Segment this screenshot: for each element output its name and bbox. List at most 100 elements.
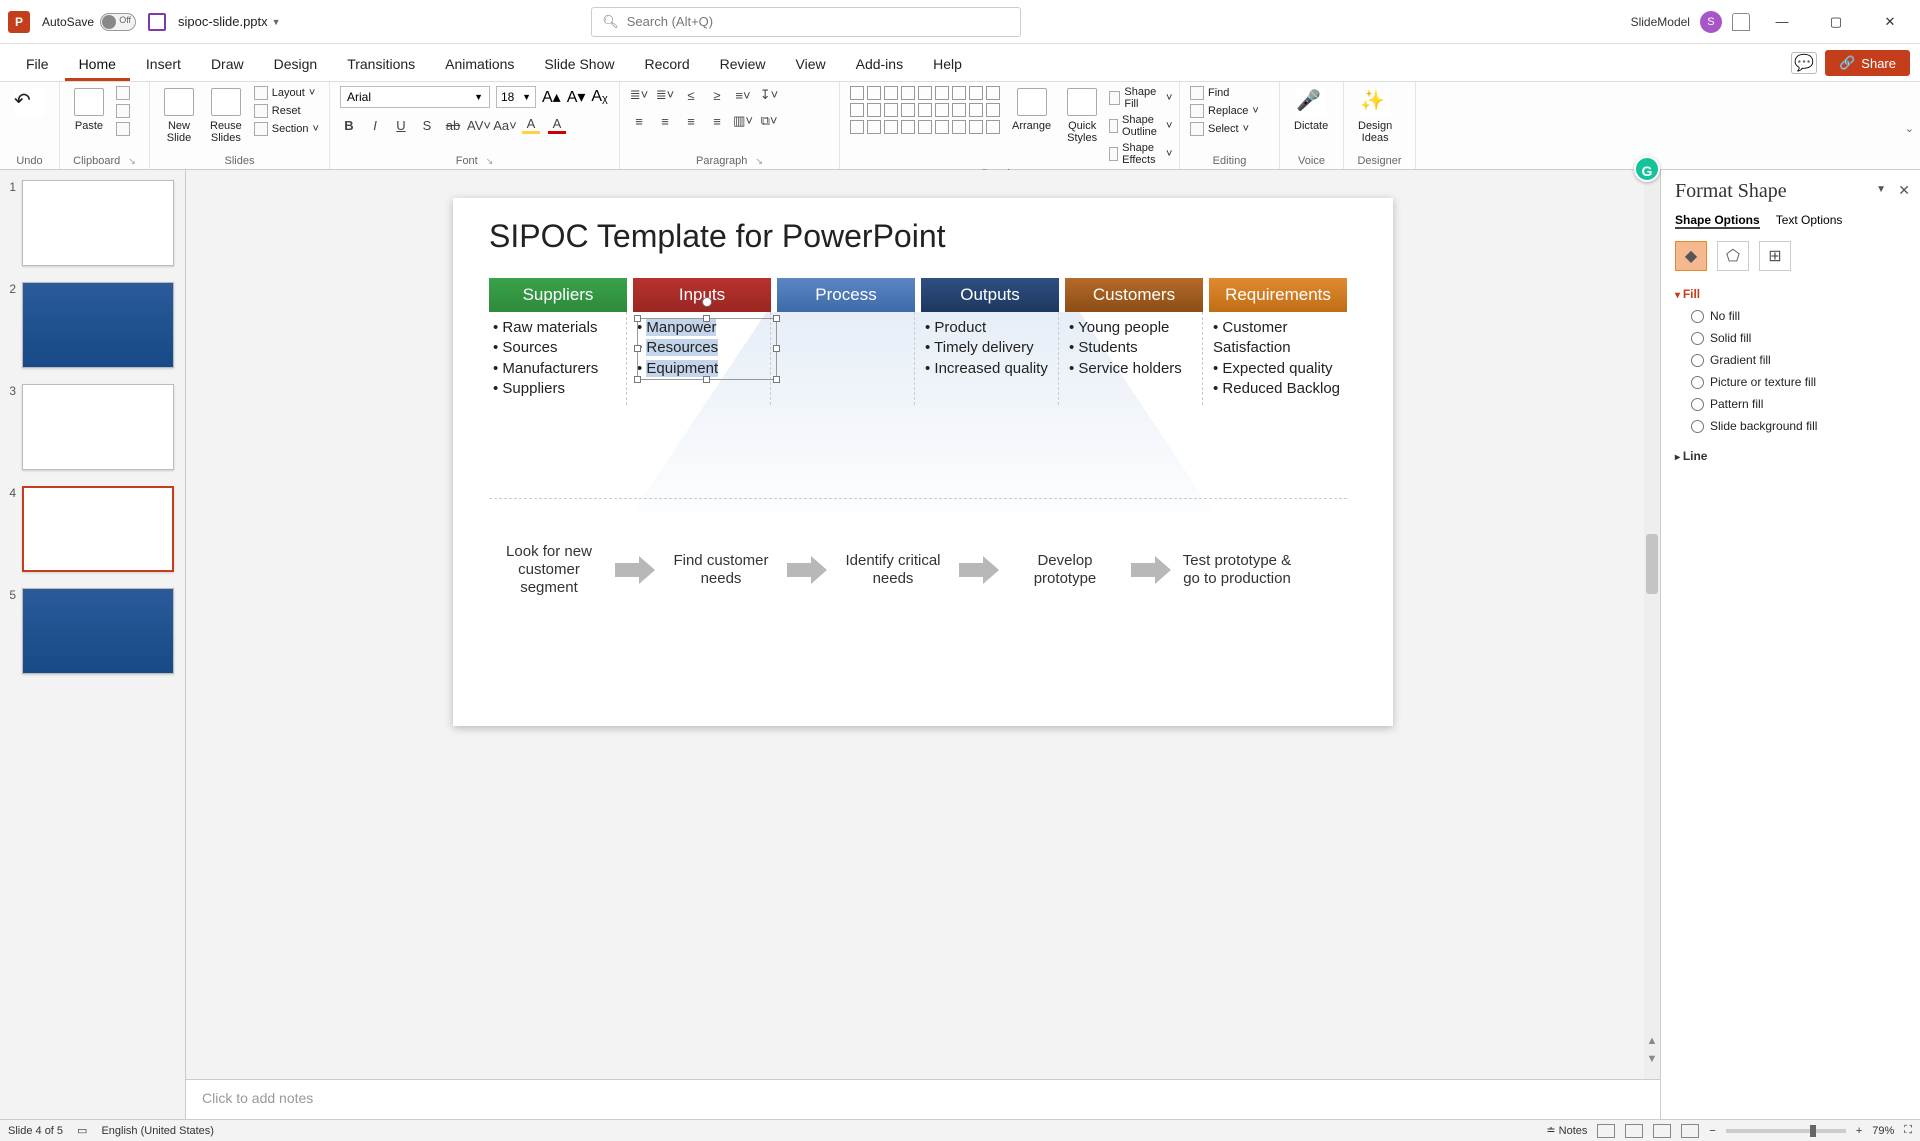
paste-button[interactable]: Paste: [70, 86, 108, 134]
tab-view[interactable]: View: [782, 50, 840, 81]
normal-view-button[interactable]: [1597, 1124, 1615, 1138]
arrow-icon[interactable]: [615, 556, 655, 584]
resize-handle[interactable]: [703, 315, 710, 322]
slide-canvas[interactable]: SIPOC Template for PowerPoint Suppliers …: [453, 198, 1393, 726]
replace-button[interactable]: Replace ˅: [1190, 104, 1259, 118]
search-input[interactable]: 🔍︎ Search (Alt+Q): [591, 7, 1021, 37]
share-button[interactable]: 🔗Share: [1825, 50, 1910, 76]
grammarly-badge[interactable]: G: [1634, 156, 1660, 182]
arrange-button[interactable]: Arrange: [1008, 86, 1055, 134]
align-left-button[interactable]: ≡: [630, 112, 648, 130]
col-requirements[interactable]: Customer SatisfactionExpected qualityRed…: [1209, 312, 1347, 405]
opt-solid-fill[interactable]: Solid fill: [1691, 331, 1906, 345]
tab-design[interactable]: Design: [260, 50, 332, 81]
avatar[interactable]: S: [1700, 11, 1722, 33]
tab-help[interactable]: Help: [919, 50, 976, 81]
section-line[interactable]: Line: [1675, 449, 1906, 463]
dictate-button[interactable]: 🎤Dictate: [1290, 86, 1332, 134]
account-name[interactable]: SlideModel: [1631, 15, 1690, 29]
resize-handle[interactable]: [773, 345, 780, 352]
fill-line-tab[interactable]: ◆: [1675, 241, 1707, 271]
smartart-button[interactable]: ⧉˅: [760, 112, 778, 130]
fit-to-window-button[interactable]: ⛶: [1904, 1124, 1912, 1137]
resize-handle[interactable]: [634, 376, 641, 383]
copy-button[interactable]: [116, 104, 130, 118]
notes-toggle[interactable]: ≐ Notes: [1546, 1124, 1587, 1137]
select-button[interactable]: Select ˅: [1190, 122, 1259, 136]
shape-effects-button[interactable]: Shape Effects ˅: [1109, 142, 1172, 166]
layout-button[interactable]: Layout ˅: [254, 86, 319, 100]
minimize-button[interactable]: —: [1760, 0, 1804, 44]
prev-slide-button[interactable]: ▲: [1647, 1035, 1658, 1047]
col-process[interactable]: [777, 312, 915, 405]
zoom-slider[interactable]: [1726, 1129, 1846, 1133]
shapes-gallery[interactable]: [850, 86, 1000, 134]
slideshow-view-button[interactable]: [1681, 1124, 1699, 1138]
filename-dropdown[interactable]: sipoc-slide.pptx▼: [178, 14, 281, 29]
pane-close-button[interactable]: ✕: [1898, 182, 1910, 199]
reading-view-button[interactable]: [1653, 1124, 1671, 1138]
header-process[interactable]: Process: [777, 278, 915, 312]
opt-no-fill[interactable]: No fill: [1691, 309, 1906, 323]
sorter-view-button[interactable]: [1625, 1124, 1643, 1138]
align-center-button[interactable]: ≡: [656, 112, 674, 130]
fontcolor-button[interactable]: A: [548, 116, 566, 134]
selection-box[interactable]: [637, 318, 777, 380]
textdir-button[interactable]: ↧˅: [760, 86, 778, 104]
strike-button[interactable]: ab: [444, 116, 462, 134]
flow-step-1[interactable]: Look for new customer segment: [489, 543, 609, 597]
section-button[interactable]: Section ˅: [254, 122, 319, 136]
font-launcher[interactable]: ↘: [486, 156, 494, 166]
section-fill[interactable]: Fill: [1675, 287, 1906, 301]
opt-slidebg-fill[interactable]: Slide background fill: [1691, 419, 1906, 433]
arrow-icon[interactable]: [787, 556, 827, 584]
close-button[interactable]: ✕: [1868, 0, 1912, 44]
header-outputs[interactable]: Outputs: [921, 278, 1059, 312]
bold-button[interactable]: B: [340, 116, 358, 134]
comments-button[interactable]: 💬: [1791, 52, 1817, 74]
flow-step-5[interactable]: Test prototype & go to production: [1177, 552, 1297, 588]
resize-handle[interactable]: [703, 376, 710, 383]
tab-shape-options[interactable]: Shape Options: [1675, 213, 1760, 229]
slide-thumb-5[interactable]: [22, 588, 174, 674]
zoom-value[interactable]: 79%: [1872, 1125, 1894, 1137]
font-family-select[interactable]: Arial▼: [340, 86, 490, 108]
cut-button[interactable]: [116, 86, 130, 100]
rotate-handle[interactable]: [702, 297, 712, 307]
tab-file[interactable]: File: [12, 50, 63, 81]
opt-gradient-fill[interactable]: Gradient fill: [1691, 353, 1906, 367]
slide-thumb-1[interactable]: [22, 180, 174, 266]
reset-button[interactable]: Reset: [254, 104, 319, 118]
outdent-button[interactable]: ≤: [682, 86, 700, 104]
resize-handle[interactable]: [773, 315, 780, 322]
highlight-button[interactable]: A: [522, 116, 540, 134]
paragraph-launcher[interactable]: ↘: [755, 156, 763, 166]
tab-text-options[interactable]: Text Options: [1776, 213, 1843, 229]
align-right-button[interactable]: ≡: [682, 112, 700, 130]
header-suppliers[interactable]: Suppliers: [489, 278, 627, 312]
notes-pane[interactable]: Click to add notes: [186, 1079, 1660, 1119]
tab-home[interactable]: Home: [65, 50, 130, 81]
shape-outline-button[interactable]: Shape Outline ˅: [1109, 114, 1172, 138]
effects-tab[interactable]: ⬠: [1717, 241, 1749, 271]
shadow-button[interactable]: S: [418, 116, 436, 134]
changecase-button[interactable]: Aa˅: [496, 116, 514, 134]
status-lang[interactable]: English (United States): [101, 1125, 214, 1137]
resize-handle[interactable]: [634, 315, 641, 322]
shape-fill-button[interactable]: Shape Fill ˅: [1109, 86, 1172, 110]
col-suppliers[interactable]: Raw materialsSourcesManufacturersSupplie…: [489, 312, 627, 405]
slide-title[interactable]: SIPOC Template for PowerPoint: [489, 218, 946, 255]
tab-addins[interactable]: Add-ins: [842, 50, 917, 81]
align-justify-button[interactable]: ≡: [708, 112, 726, 130]
zoom-out-button[interactable]: −: [1709, 1125, 1715, 1137]
bullets-button[interactable]: ≣˅: [630, 86, 648, 104]
columns-button[interactable]: ▥˅: [734, 112, 752, 130]
tab-animations[interactable]: Animations: [431, 50, 528, 81]
find-button[interactable]: Find: [1190, 86, 1259, 100]
tab-transitions[interactable]: Transitions: [333, 50, 429, 81]
zoom-in-button[interactable]: +: [1856, 1125, 1862, 1137]
pane-options-button[interactable]: ▼: [1876, 184, 1886, 195]
undo-button[interactable]: ↶: [10, 86, 48, 118]
header-inputs[interactable]: Inputs: [633, 278, 771, 312]
reuse-slides-button[interactable]: Reuse Slides: [206, 86, 246, 146]
